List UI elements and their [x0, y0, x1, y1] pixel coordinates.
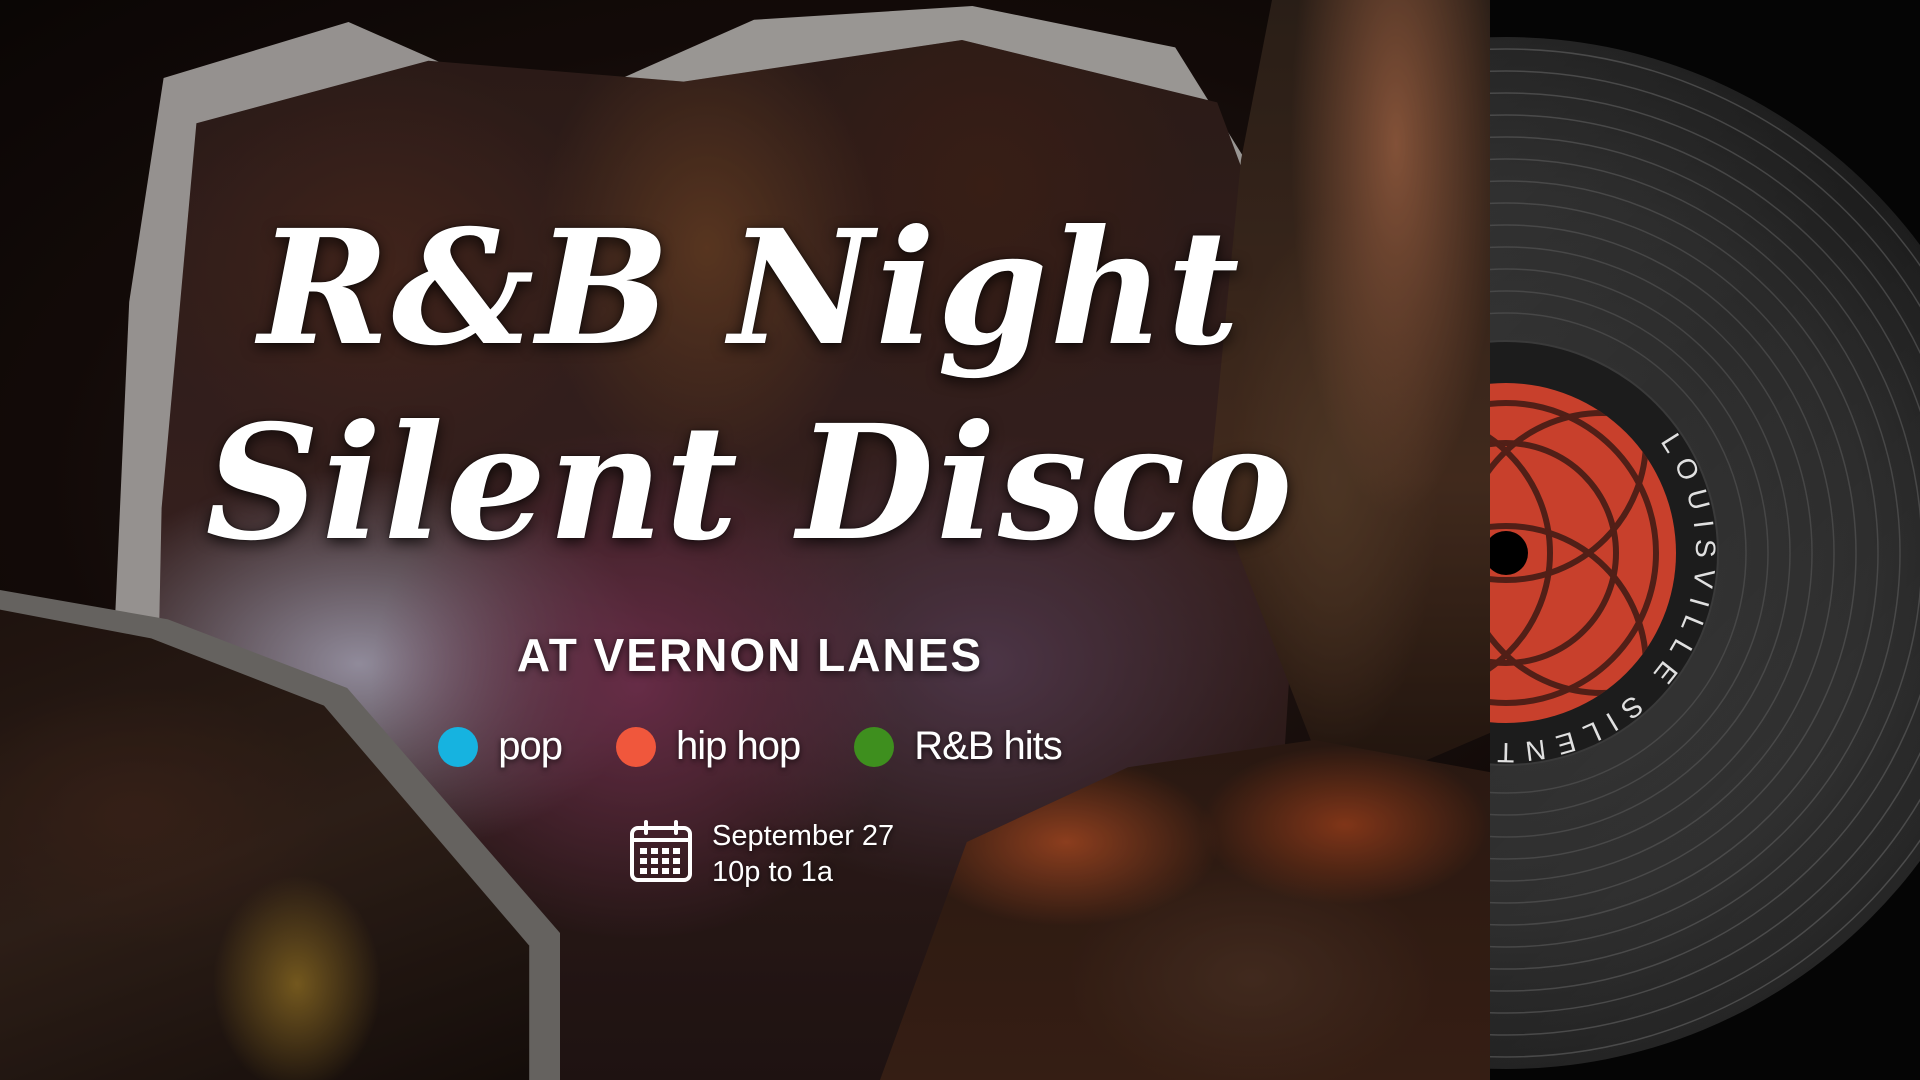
title-line-1: R&B Night — [258, 196, 1242, 381]
genre-label: hip hop — [675, 724, 801, 768]
genre-item-pop: pop — [438, 724, 563, 769]
genre-dot-pop — [438, 726, 479, 767]
venue-text: AT VERNON LANES — [516, 629, 984, 681]
genre-dot-rnb-hits — [854, 726, 895, 767]
genre-dot-hip-hop — [615, 726, 656, 767]
event-poster: LOUISVILLE SILENT DISCO R&B Night Silent… — [0, 0, 1920, 1080]
genre-label: pop — [498, 724, 563, 768]
genre-item-hip-hop: hip hop — [615, 724, 801, 769]
event-text: September 27 10p to 1a — [712, 818, 894, 890]
calendar-icon — [630, 820, 692, 882]
title-line-2: Silent Disco — [205, 391, 1295, 576]
vinyl-record: LOUISVILLE SILENT DISCO — [1490, 37, 1920, 1069]
genre-list: pop hip hop R&B hits — [0, 724, 1500, 769]
vinyl-record-panel: LOUISVILLE SILENT DISCO — [1490, 0, 1920, 1080]
event-date: September 27 — [712, 820, 895, 852]
genre-label: R&B hits — [914, 724, 1063, 768]
genre-item-rnb-hits: R&B hits — [854, 724, 1063, 769]
event-details: September 27 10p to 1a — [628, 818, 894, 890]
event-time: 10p to 1a — [712, 856, 833, 888]
